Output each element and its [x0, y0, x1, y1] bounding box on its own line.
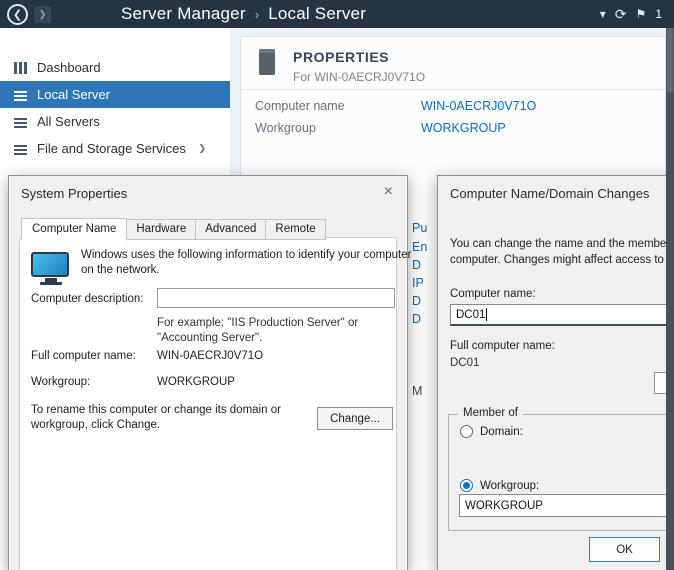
- sidebar-item-label: Dashboard: [37, 60, 101, 75]
- back-button[interactable]: ❮: [7, 4, 28, 25]
- full-computer-name-label: Full computer name:: [31, 350, 136, 362]
- workgroup-label: Workgroup:: [31, 376, 90, 388]
- domain-radio-label: Domain:: [480, 426, 523, 438]
- breadcrumb: Server Manager › Local Server: [121, 4, 366, 24]
- dialog-title: System Properties: [21, 186, 127, 201]
- chevron-down-icon[interactable]: ▾: [600, 7, 606, 21]
- computer-description-input[interactable]: [157, 288, 395, 308]
- forward-icon: ❯: [39, 9, 47, 20]
- computer-name-label: Computer name:: [450, 288, 536, 300]
- notification-count: 1: [655, 7, 662, 21]
- clipped-link-fragment[interactable]: IP: [412, 276, 424, 290]
- scrollbar-thumb[interactable]: [667, 28, 673, 92]
- domain-changes-dialog: Computer Name/Domain Changes You can cha…: [437, 175, 674, 570]
- tab-hardware[interactable]: Hardware: [126, 219, 196, 240]
- page-title: Local Server: [268, 4, 366, 24]
- server-manager-window: ❮ ❯ Server Manager › Local Server ▾ ⟳ ⚑ …: [0, 0, 674, 570]
- scrollbar[interactable]: [666, 28, 674, 570]
- sidebar-item-local-server[interactable]: Local Server: [0, 81, 230, 108]
- breadcrumb-separator-icon: ›: [255, 7, 260, 22]
- clipped-text-fragment: M: [412, 384, 422, 398]
- radio-unchecked-icon: [460, 425, 473, 438]
- sidebar-item-label: File and Storage Services: [37, 141, 186, 156]
- example-text: "Accounting Server".: [157, 332, 262, 344]
- titlebar: ❮ ❯ Server Manager › Local Server ▾ ⟳ ⚑ …: [0, 0, 674, 28]
- workgroup-link[interactable]: WORKGROUP: [421, 121, 506, 135]
- full-computer-name-value: DC01: [450, 357, 479, 369]
- intro-text: You can change the name and the membersh…: [450, 238, 674, 250]
- tab-strip: Computer Name Hardware Advanced Remote: [21, 217, 325, 240]
- clipped-link-fragment[interactable]: D: [412, 312, 421, 326]
- dialog-title: Computer Name/Domain Changes: [450, 186, 649, 201]
- full-computer-name-value: WIN-0AECRJ0V71O: [157, 350, 263, 362]
- workgroup-input[interactable]: WORKGROUP: [459, 494, 674, 517]
- sidebar-item-all-servers[interactable]: All Servers: [0, 108, 230, 135]
- notification-flag-icon[interactable]: ⚑: [636, 7, 647, 21]
- clipped-link-fragment[interactable]: D: [412, 294, 421, 308]
- properties-subheading: For WIN-0AECRJ0V71O: [293, 70, 425, 84]
- sidebar-item-label: All Servers: [37, 114, 100, 129]
- rename-hint-text: workgroup, click Change.: [31, 419, 160, 431]
- full-computer-name-label: Full computer name:: [450, 340, 555, 352]
- sidebar-item-label: Local Server: [37, 87, 110, 102]
- close-icon[interactable]: ×: [380, 182, 397, 202]
- computer-name-input[interactable]: DC01: [450, 304, 674, 326]
- monitor-icon: [31, 252, 71, 285]
- intro-text: on the network.: [81, 264, 160, 276]
- intro-text: Windows uses the following information t…: [81, 249, 411, 261]
- rename-hint-text: To rename this computer or change its do…: [31, 404, 281, 416]
- workgroup-radio-label: Workgroup:: [480, 480, 539, 492]
- workgroup-value: WORKGROUP: [157, 376, 235, 388]
- intro-text: computer. Changes might affect access to…: [450, 254, 674, 266]
- clipped-link-fragment[interactable]: En: [412, 240, 427, 254]
- back-icon: ❮: [13, 8, 22, 21]
- ok-button[interactable]: OK: [589, 537, 660, 562]
- server-tile-icon: [259, 49, 275, 75]
- storage-icon: [14, 143, 27, 155]
- domain-radio[interactable]: Domain:: [460, 425, 523, 438]
- titlebar-actions: ▾ ⟳ ⚑ 1: [600, 6, 662, 23]
- refresh-icon[interactable]: ⟳: [615, 6, 627, 23]
- tab-remote[interactable]: Remote: [265, 219, 325, 240]
- chevron-right-icon: ❯: [198, 143, 206, 154]
- text-cursor: [486, 308, 487, 321]
- tab-advanced[interactable]: Advanced: [195, 219, 266, 240]
- change-button[interactable]: Change...: [317, 407, 393, 430]
- sidebar-item-dashboard[interactable]: Dashboard: [0, 54, 230, 81]
- sidebar-item-file-storage-services[interactable]: File and Storage Services ❯: [0, 135, 230, 162]
- computer-name-link[interactable]: WIN-0AECRJ0V71O: [421, 99, 536, 113]
- workgroup-label: Workgroup: [255, 121, 316, 135]
- workgroup-radio[interactable]: Workgroup:: [460, 479, 539, 492]
- radio-checked-icon: [460, 479, 473, 492]
- server-icon: [14, 89, 27, 101]
- divider: [241, 89, 665, 90]
- servers-icon: [14, 116, 27, 128]
- workgroup-input-value: WORKGROUP: [465, 500, 543, 512]
- forward-button[interactable]: ❯: [34, 6, 51, 23]
- clipped-link-fragment[interactable]: D: [412, 258, 421, 272]
- clipped-link-fragment[interactable]: Pu: [412, 221, 427, 235]
- computer-description-label: Computer description:: [31, 293, 144, 305]
- app-title: Server Manager: [121, 4, 246, 24]
- member-of-label: Member of: [458, 407, 523, 419]
- tab-computer-name[interactable]: Computer Name: [21, 218, 127, 241]
- dashboard-icon: [14, 62, 27, 74]
- computer-name-value: DC01: [456, 309, 485, 321]
- properties-heading: PROPERTIES: [293, 49, 425, 65]
- system-properties-dialog: System Properties × Computer Name Hardwa…: [8, 175, 408, 570]
- properties-header: PROPERTIES For WIN-0AECRJ0V71O: [241, 37, 665, 84]
- computer-name-label: Computer name: [255, 99, 345, 113]
- example-text: For example: "IIS Production Server" or: [157, 317, 358, 329]
